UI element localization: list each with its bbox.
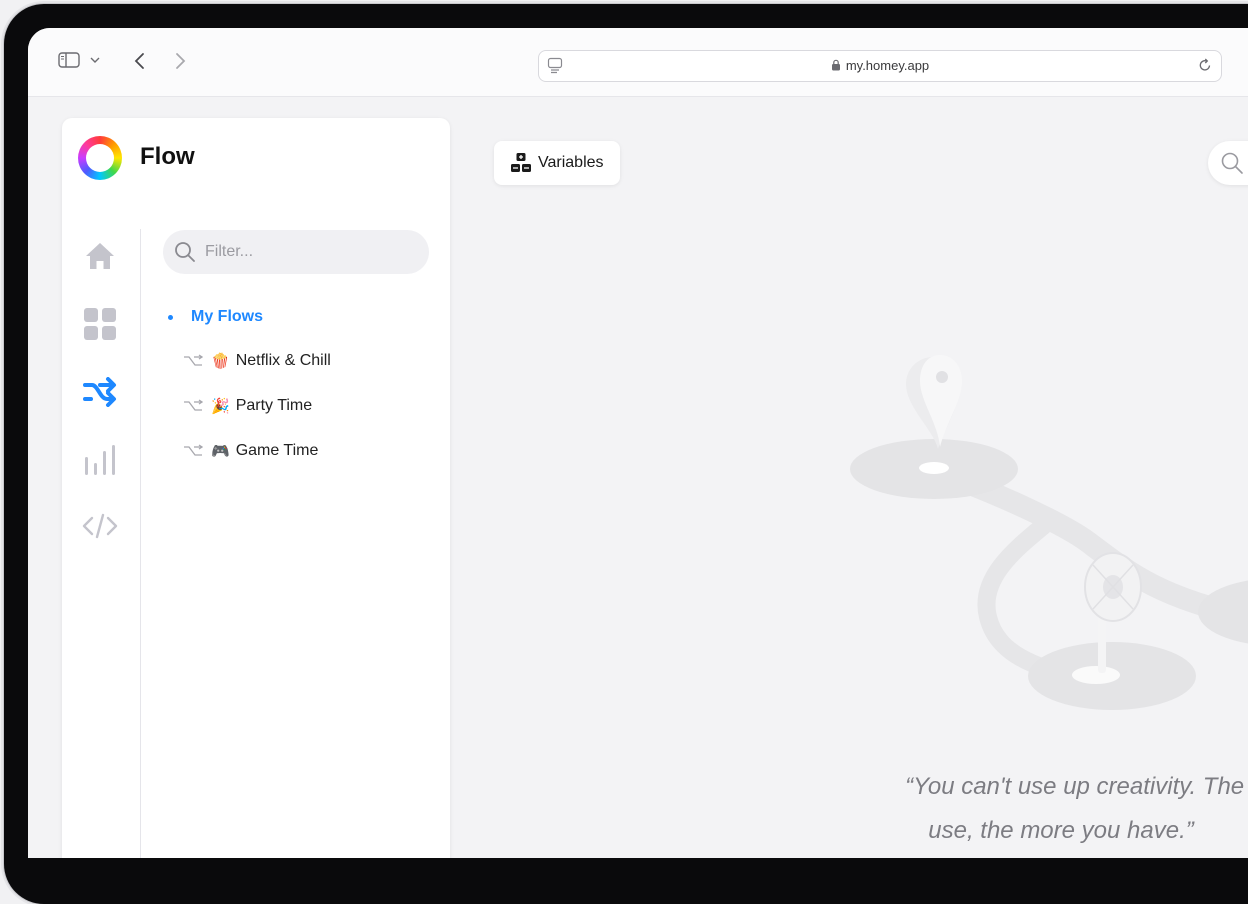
forward-button[interactable] [172,52,188,70]
code-icon [82,513,118,539]
flow-label: Game Time [235,442,319,459]
flow-item[interactable]: 🍿 Netflix & Chill [183,352,331,370]
search-icon [175,242,195,262]
flow-label: Party Time [235,397,313,414]
variables-blocks-icon [511,153,531,172]
party-popper-icon: 🎉 [211,398,230,415]
flow-branch-icon [183,354,205,368]
folder-my-flows[interactable]: My Flows [168,308,263,326]
flow-item[interactable]: 🎮 Game Time [183,442,318,460]
device-frame: my.homey.app Flow Filter... My Flows 🍿 N… [4,4,1248,904]
url-display: my.homey.app [539,58,1221,73]
page-content: Flow Filter... My Flows 🍿 Netflix & Chil… [28,97,1248,858]
sidebar-icon [58,52,80,68]
quote-line-1: “You can't use up creativity. The m [905,773,1248,800]
reload-icon [1199,58,1211,71]
nav-flow[interactable] [82,374,118,410]
flow-branch-icon [183,444,205,458]
back-button[interactable] [132,52,148,70]
browser-toolbar: my.homey.app [28,28,1248,97]
rail-divider [140,229,141,858]
flow-sidebar: Flow Filter... My Flows 🍿 Netflix & Chil… [62,118,450,858]
reload-button[interactable] [1197,57,1213,78]
popcorn-icon: 🍿 [211,353,230,370]
chevron-right-icon [176,53,186,69]
folder-dot [168,314,173,320]
nav-insights[interactable] [82,442,118,478]
url-text: my.homey.app [845,58,930,73]
address-bar[interactable]: my.homey.app [538,50,1222,82]
search-icon [1221,152,1243,174]
flow-item[interactable]: 🎉 Party Time [183,397,312,415]
lock-icon [831,59,840,71]
motivational-quote: “You can't use up creativity. The m use,… [808,765,1248,853]
homey-logo [78,136,122,180]
home-icon [86,243,114,269]
folder-label: My Flows [191,308,264,325]
sidebar-toggle-button[interactable] [58,52,102,68]
search-button[interactable] [1208,141,1248,185]
flow-branch-icon [183,399,205,413]
nav-devices[interactable] [82,306,118,342]
devices-grid-icon [84,308,116,340]
nav-code[interactable] [82,508,118,544]
browser-window: my.homey.app Flow Filter... My Flows 🍿 N… [28,28,1248,858]
variables-button[interactable]: Variables [494,141,620,185]
game-controller-icon: 🎮 [211,443,230,460]
page-title: Flow [140,143,195,170]
filter-input[interactable]: Filter... [163,230,429,274]
variables-label: Variables [538,154,604,171]
chevron-down-icon [90,57,100,63]
nav-home[interactable] [82,238,118,274]
chevron-left-icon [134,53,144,69]
flow-label: Netflix & Chill [235,352,331,369]
flow-shuffle-icon [83,377,116,407]
filter-placeholder: Filter... [205,243,254,260]
insights-bars-icon [85,445,115,475]
empty-state-illustration [850,355,1248,710]
